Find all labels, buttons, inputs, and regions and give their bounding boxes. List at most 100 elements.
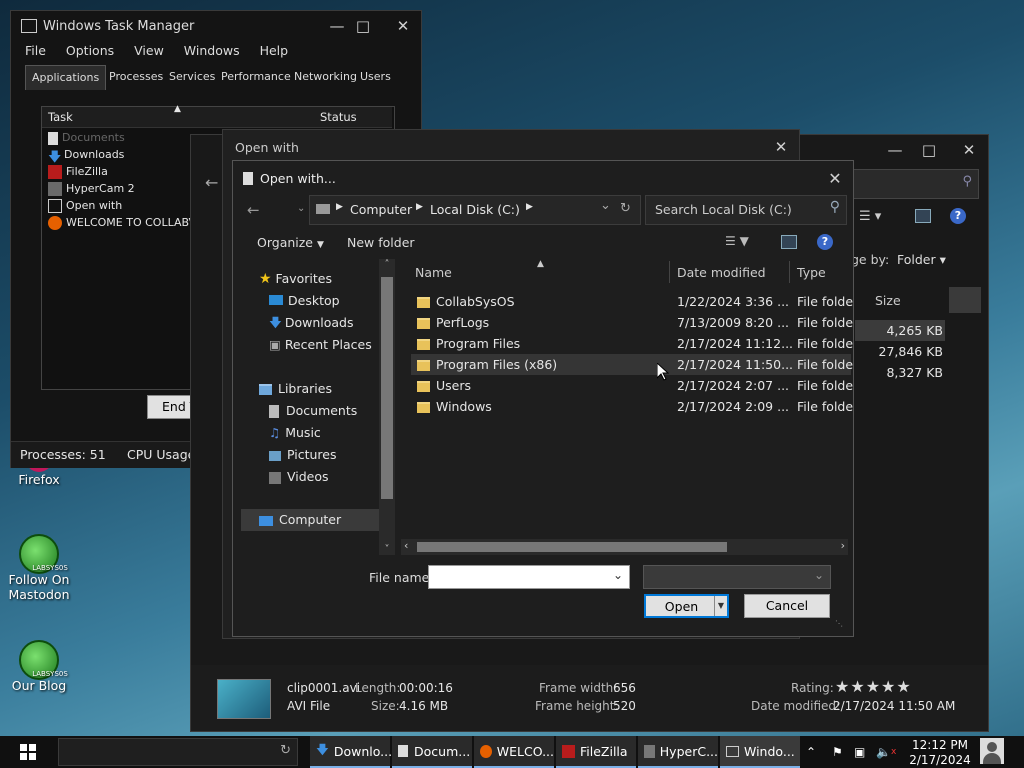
- start-button[interactable]: [12, 736, 44, 768]
- open-with-titlebar[interactable]: Open with: [223, 130, 799, 164]
- taskbar-item-welcome[interactable]: WELCO...: [474, 736, 554, 768]
- search-box[interactable]: Search Local Disk (C:) ⚲: [645, 195, 847, 225]
- back-arrow-icon[interactable]: ←: [205, 173, 218, 192]
- menu-file[interactable]: File: [25, 43, 46, 58]
- breadcrumb-local-disk[interactable]: Local Disk (C:): [430, 202, 520, 217]
- menu-options[interactable]: Options: [66, 43, 114, 58]
- scroll-down-icon[interactable]: ˅: [379, 544, 395, 555]
- taskbar-item-windows[interactable]: Windo...: [720, 736, 800, 768]
- tab-applications[interactable]: Applications: [25, 65, 107, 90]
- tab-users[interactable]: Users: [354, 65, 397, 89]
- minimize-icon[interactable]: —: [881, 141, 909, 159]
- recent-dropdown-icon[interactable]: ⌄: [297, 203, 305, 214]
- resize-grip-icon[interactable]: ⋱: [835, 619, 843, 628]
- star-icon[interactable]: ★: [835, 677, 849, 696]
- view-options-icon[interactable]: ☰ ▾: [859, 209, 881, 224]
- refresh-icon[interactable]: ↻: [620, 201, 631, 216]
- taskbar-item-documents[interactable]: Docum...: [392, 736, 472, 768]
- tray-overflow-icon[interactable]: ⌃: [806, 736, 822, 768]
- file-name-combobox[interactable]: ⌄: [428, 565, 630, 589]
- nav-pictures[interactable]: Pictures: [269, 444, 337, 466]
- task-item[interactable]: HyperCam 2: [48, 182, 135, 196]
- action-center-flag-icon[interactable]: ⚑: [832, 736, 846, 768]
- open-button[interactable]: Open ▼: [644, 594, 729, 618]
- nav-recent-places[interactable]: ▣ Recent Places: [269, 334, 372, 356]
- cancel-button[interactable]: Cancel: [744, 594, 830, 618]
- menu-help[interactable]: Help: [260, 43, 289, 58]
- search-input[interactable]: Search Local Disk (C:): [655, 202, 792, 217]
- task-column-header[interactable]: Task: [48, 110, 73, 124]
- taskbar-item-hypercam[interactable]: HyperC...: [638, 736, 718, 768]
- maximize-icon[interactable]: □: [915, 141, 943, 159]
- nav-downloads[interactable]: 🡇 Downloads: [269, 312, 354, 334]
- volume-muted-icon[interactable]: 🔈 x: [876, 736, 898, 768]
- file-row[interactable]: Program Files (x86) 2/17/2024 11:50... Fil…: [411, 354, 853, 375]
- nav-libraries[interactable]: Libraries: [259, 378, 332, 400]
- breadcrumb-computer[interactable]: Computer: [350, 202, 412, 217]
- task-item[interactable]: WELCOME TO COLLABVM: [48, 216, 206, 230]
- type-column-header[interactable]: Type: [797, 265, 826, 280]
- file-row[interactable]: Windows 2/17/2024 2:09 ... File folde: [411, 396, 853, 417]
- user-avatar-icon[interactable]: [980, 738, 1004, 764]
- star-icon[interactable]: ★: [866, 677, 880, 696]
- desktop-icon-mastodon[interactable]: LABSYS0S Follow On Mastodon: [4, 534, 74, 602]
- file-row[interactable]: Users 2/17/2024 2:07 ... File folde: [411, 375, 853, 396]
- taskbar-item-downloads[interactable]: 🡇 Downlo...: [310, 736, 392, 768]
- tab-networking[interactable]: Networking: [288, 65, 363, 89]
- dialog-titlebar[interactable]: Open with...: [233, 161, 853, 195]
- network-icon[interactable]: ▣: [854, 736, 870, 768]
- minimize-icon[interactable]: —: [323, 17, 351, 35]
- open-split-dropdown-icon[interactable]: ▼: [714, 596, 727, 616]
- desktop-icon-blog[interactable]: LABSYS0S Our Blog: [4, 640, 74, 693]
- star-icon[interactable]: ★: [881, 677, 895, 696]
- task-item[interactable]: FileZilla: [48, 165, 108, 179]
- chevron-down-icon[interactable]: ⌄: [613, 568, 623, 582]
- nav-desktop[interactable]: Desktop: [269, 290, 340, 312]
- view-options-icon[interactable]: ☰ ▼: [725, 234, 749, 248]
- nav-computer[interactable]: Computer: [241, 509, 379, 531]
- date-column-header[interactable]: Date modified: [677, 265, 766, 280]
- back-arrow-icon[interactable]: ←: [247, 201, 260, 219]
- name-column-header[interactable]: Name: [415, 265, 452, 280]
- nav-scrollbar[interactable]: ˄ ˅: [379, 259, 395, 555]
- taskbar-item-filezilla[interactable]: FileZilla: [556, 736, 636, 768]
- nav-favorites[interactable]: ★ Favorites: [259, 268, 332, 290]
- hscroll-thumb[interactable]: [417, 542, 727, 552]
- help-icon[interactable]: ?: [950, 208, 966, 224]
- task-item[interactable]: 🡇 Downloads: [48, 148, 124, 165]
- nav-videos[interactable]: Videos: [269, 466, 329, 488]
- explorer-search-box[interactable]: ⚲: [841, 169, 979, 199]
- tab-services[interactable]: Services: [163, 65, 221, 89]
- file-list-hscrollbar[interactable]: ‹ ›: [401, 539, 848, 555]
- star-icon[interactable]: ★: [896, 677, 910, 696]
- task-item[interactable]: Open with: [48, 199, 122, 213]
- tab-processes[interactable]: Processes: [103, 65, 169, 89]
- address-dropdown-icon[interactable]: ⌄: [600, 198, 611, 213]
- menu-view[interactable]: View: [134, 43, 164, 58]
- task-item[interactable]: Documents: [48, 131, 125, 145]
- close-icon[interactable]: ✕: [955, 141, 983, 159]
- maximize-icon[interactable]: □: [349, 17, 377, 35]
- close-icon[interactable]: ✕: [767, 138, 795, 156]
- close-icon[interactable]: ✕: [389, 17, 417, 35]
- star-icon[interactable]: ★: [850, 677, 864, 696]
- clock[interactable]: 12:12 PM 2/17/2024: [904, 738, 976, 768]
- address-bar[interactable]: ▶ Computer ▶ Local Disk (C:) ▶ ⌄ ↻: [309, 195, 641, 225]
- scroll-left-icon[interactable]: ‹: [404, 539, 408, 552]
- preview-pane-icon[interactable]: [915, 209, 931, 223]
- arrange-by-dropdown[interactable]: Folder ▾: [897, 252, 946, 267]
- taskbar-search-box[interactable]: ↻: [58, 738, 298, 766]
- close-icon[interactable]: ✕: [821, 170, 849, 188]
- help-icon[interactable]: ?: [817, 234, 833, 250]
- file-row[interactable]: PerfLogs 7/13/2009 8:20 ... File folde: [411, 312, 853, 333]
- nav-music[interactable]: ♫ Music: [269, 422, 321, 444]
- rating-stars[interactable]: ★★★★★: [835, 677, 912, 696]
- preview-pane-icon[interactable]: [781, 235, 797, 249]
- file-row[interactable]: CollabSysOS 1/22/2024 3:36 ... File folde: [411, 291, 853, 312]
- organize-menu[interactable]: Organize ▼: [257, 235, 324, 250]
- search-icon[interactable]: ⚲: [830, 199, 840, 215]
- new-folder-button[interactable]: New folder: [347, 235, 415, 250]
- scroll-right-icon[interactable]: ›: [841, 539, 845, 552]
- status-column-header[interactable]: Status: [320, 110, 357, 124]
- file-row[interactable]: Program Files 2/17/2024 11:12... File fold…: [411, 333, 853, 354]
